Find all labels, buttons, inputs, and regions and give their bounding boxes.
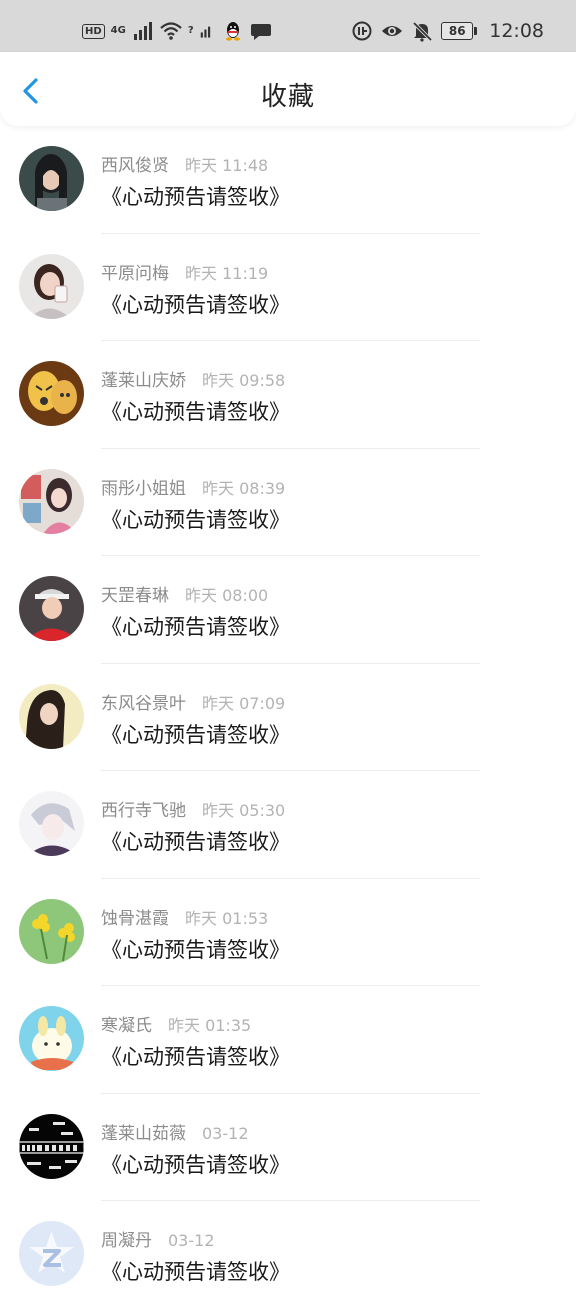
timestamp: 昨天 11:19: [185, 263, 269, 283]
avatar: [19, 253, 84, 319]
signal-icon: [133, 22, 152, 40]
timestamp: 昨天 05:30: [202, 801, 286, 820]
sender-name: 蓬莱山庆娇: [101, 371, 186, 391]
item-meta: 寒凝氏 昨天 01:35: [101, 1011, 251, 1036]
top-app-bar: 收藏: [0, 52, 576, 126]
sender-name: 西风俊贤: [101, 156, 169, 176]
item-meta: 雨彤小姐姐 昨天 08:39: [101, 474, 285, 499]
status-left-group: HD 4G ?: [82, 20, 272, 42]
wifi-icon: [160, 22, 182, 40]
avatar: [19, 791, 84, 856]
avatar: [19, 576, 84, 641]
eye-icon: [382, 26, 403, 36]
item-meta: 蚀骨湛霞 昨天 01:53: [101, 904, 268, 929]
avatar: [19, 683, 84, 749]
favorite-content: 《心动预告请签收》: [101, 722, 290, 747]
favorite-content: 《心动预告请签收》: [101, 615, 290, 639]
sender-name: 雨彤小姐姐: [101, 478, 186, 499]
sender-name: 寒凝氏: [101, 1016, 152, 1036]
data-saver-icon: [352, 21, 372, 41]
battery-icon: 86: [441, 22, 478, 40]
timestamp: 昨天 08:00: [185, 586, 269, 605]
sender-name: 蓬莱山茹薇: [101, 1123, 186, 1144]
timestamp: 昨天 11:48: [185, 156, 269, 175]
favorites-list: 西风俊贤 昨天 11:48 《心动预告请签收》 平原问梅 昨天 11:19 《心…: [0, 126, 576, 1309]
favorite-content: 《心动预告请签收》: [101, 185, 290, 209]
status-time: 12:08: [489, 20, 544, 42]
list-item[interactable]: 西行寺飞驰 昨天 05:30 《心动预告请签收》: [0, 771, 576, 879]
avatar: [19, 361, 84, 426]
favorite-content: 《心动预告请签收》: [101, 507, 290, 532]
avatar: [19, 146, 84, 211]
item-meta: 平原问梅 昨天 11:19: [101, 259, 268, 284]
sender-name: 天罡春琳: [101, 586, 169, 606]
favorite-content: 《心动预告请签收》: [101, 830, 290, 854]
list-item[interactable]: 东风谷景叶 昨天 07:09 《心动预告请签收》: [0, 664, 576, 771]
item-meta: 东风谷景叶 昨天 07:09: [101, 689, 285, 714]
timestamp: 昨天 09:58: [202, 371, 286, 390]
avatar: [19, 1113, 84, 1179]
status-right-group: 86 12:08: [351, 20, 544, 42]
sender-name: 平原问梅: [101, 263, 169, 284]
list-item[interactable]: 雨彤小姐姐 昨天 08:39 《心动预告请签收》: [0, 449, 576, 556]
sender-name: 周凝丹: [101, 1231, 152, 1251]
list-item[interactable]: 西风俊贤 昨天 11:48 《心动预告请签收》: [0, 126, 576, 234]
timestamp: 03-12: [168, 1231, 215, 1250]
qq-icon: [225, 22, 240, 41]
favorite-content: 《心动预告请签收》: [101, 1045, 290, 1069]
avatar: [19, 898, 84, 964]
timestamp: 昨天 08:39: [202, 478, 286, 498]
avatar: [19, 1221, 84, 1286]
sender-name: 蚀骨湛霞: [101, 908, 169, 929]
timestamp: 昨天 07:09: [202, 693, 286, 713]
item-meta: 蓬莱山庆娇 昨天 09:58: [101, 366, 285, 391]
list-item[interactable]: 蓬莱山庆娇 昨天 09:58 《心动预告请签收》: [0, 341, 576, 449]
network-type-label: 4G: [110, 25, 126, 36]
favorite-content: 《心动预告请签收》: [101, 400, 290, 424]
status-bar: HD 4G ? 86 12:08: [0, 0, 576, 52]
avatar: [19, 1006, 84, 1071]
list-item[interactable]: 蓬莱山茹薇 03-12 《心动预告请签收》: [0, 1094, 576, 1201]
page-title: 收藏: [260, 82, 315, 112]
timestamp: 03-12: [202, 1123, 249, 1143]
timestamp: 昨天 01:53: [185, 908, 269, 928]
sender-name: 西行寺飞驰: [101, 801, 186, 821]
signal-icon: [200, 26, 210, 38]
list-item[interactable]: 周凝丹 03-12 《心动预告请签收》: [0, 1201, 576, 1309]
item-meta: 周凝丹 03-12: [101, 1226, 215, 1251]
sender-name: 东风谷景叶: [101, 693, 186, 714]
favorite-content: 《心动预告请签收》: [101, 292, 290, 317]
list-item[interactable]: 天罡春琳 昨天 08:00 《心动预告请签收》: [0, 556, 576, 664]
list-item[interactable]: 平原问梅 昨天 11:19 《心动预告请签收》: [0, 234, 576, 341]
favorite-content: 《心动预告请签收》: [101, 937, 290, 962]
item-meta: 蓬莱山茹薇 03-12: [101, 1119, 249, 1144]
list-item[interactable]: 寒凝氏 昨天 01:35 《心动预告请签收》: [0, 986, 576, 1094]
chat-bubble-icon: [250, 24, 271, 40]
timestamp: 昨天 01:35: [168, 1016, 252, 1035]
signal-2-label: ?: [187, 25, 194, 36]
item-meta: 西风俊贤 昨天 11:48: [101, 151, 268, 176]
favorite-content: 《心动预告请签收》: [101, 1260, 290, 1284]
favorite-content: 《心动预告请签收》: [101, 1152, 290, 1177]
avatar: [19, 468, 84, 534]
hd-icon: HD: [82, 23, 105, 39]
item-meta: 天罡春琳 昨天 08:00: [101, 581, 268, 606]
bell-muted-icon: [412, 21, 433, 42]
list-item[interactable]: 蚀骨湛霞 昨天 01:53 《心动预告请签收》: [0, 879, 576, 986]
item-meta: 西行寺飞驰 昨天 05:30: [101, 796, 285, 821]
